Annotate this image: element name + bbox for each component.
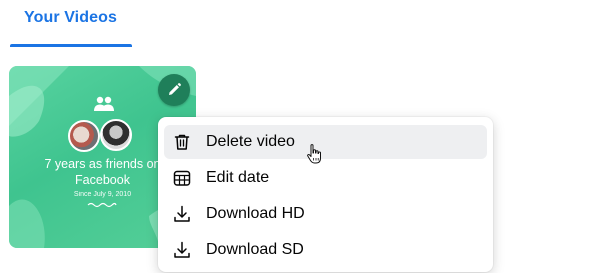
edit-video-button[interactable] <box>158 74 190 106</box>
download-icon <box>174 205 190 222</box>
menu-item-label: Download SD <box>206 241 304 258</box>
menu-item-download-hd[interactable]: Download HD <box>164 197 487 231</box>
menu-item-label: Delete video <box>206 133 295 150</box>
menu-item-edit-date[interactable]: Edit date <box>164 161 487 195</box>
wave-divider-icon <box>87 202 117 208</box>
active-tab-indicator <box>10 44 132 47</box>
menu-item-label: Edit date <box>206 169 270 186</box>
tab-your-videos[interactable]: Your Videos <box>10 0 132 47</box>
people-icon <box>94 96 114 111</box>
tab-label: Your Videos <box>24 9 117 26</box>
pencil-icon <box>169 83 181 95</box>
hand-cursor-icon <box>307 144 321 164</box>
avatar <box>100 119 132 151</box>
menu-item-delete-video[interactable]: Delete video <box>164 125 487 159</box>
menu-item-label: Download HD <box>206 205 305 222</box>
video-options-menu: Delete video Edit date Download HD Downl… <box>158 117 493 272</box>
calendar-icon <box>173 170 191 186</box>
menu-item-download-sd[interactable]: Download SD <box>164 233 487 267</box>
avatar <box>68 120 100 152</box>
trash-icon <box>174 134 190 150</box>
download-icon <box>174 241 190 258</box>
